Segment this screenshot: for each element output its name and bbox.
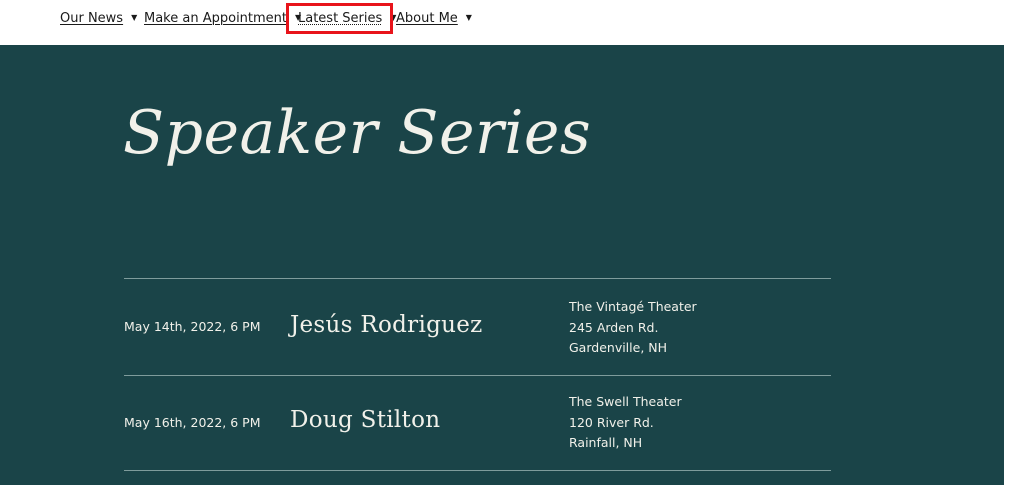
divider xyxy=(124,278,831,279)
caret-down-icon: ▼ xyxy=(465,13,472,22)
nav-item-latest-series[interactable]: Latest Series ▼ xyxy=(298,9,396,27)
venue-name: The Vintagé Theater xyxy=(569,299,697,314)
nav-label: Our News xyxy=(60,10,124,26)
event-venue-details: The Vintagé Theater 245 Arden Rd. Garden… xyxy=(569,297,697,359)
nav-item-about-me[interactable]: About Me ▼ xyxy=(396,9,472,27)
venue-city: Rainfall, NH xyxy=(569,435,643,450)
venue-name: The Swell Theater xyxy=(569,394,682,409)
venue-address: 245 Arden Rd. xyxy=(569,319,659,335)
nav-label: Make an Appointment xyxy=(144,10,288,26)
venue-address: 120 River Rd. xyxy=(569,414,654,430)
divider xyxy=(124,375,831,376)
nav-label: About Me xyxy=(396,10,458,26)
page-title: Speaker Series xyxy=(123,98,592,168)
divider xyxy=(124,470,831,471)
nav-item-our-news[interactable]: Our News ▼ xyxy=(60,9,137,27)
event-date: May 16th, 2022, 6 PM xyxy=(124,415,261,430)
nav-label: Latest Series xyxy=(298,10,383,26)
venue-city: Gardenville, NH xyxy=(569,340,668,355)
event-venue-details: The Swell Theater 120 River Rd. Rainfall… xyxy=(569,392,682,454)
event-speaker[interactable]: Jesús Rodriguez xyxy=(290,312,483,338)
page-margin xyxy=(1004,45,1024,485)
event-date: May 14th, 2022, 6 PM xyxy=(124,319,261,334)
nav-item-make-an-appointment[interactable]: Make an Appointment ▼ xyxy=(144,9,301,27)
caret-down-icon: ▼ xyxy=(131,13,138,22)
event-speaker[interactable]: Doug Stilton xyxy=(290,407,440,433)
top-navigation: Our News ▼ Make an Appointment ▼ Latest … xyxy=(0,0,1024,45)
